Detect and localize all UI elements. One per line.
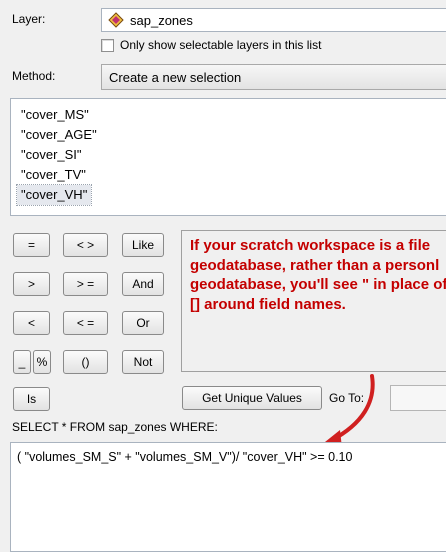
field-item[interactable]: "cover_TV" bbox=[17, 165, 90, 185]
layer-value: sap_zones bbox=[130, 12, 193, 28]
annotation-arrow-icon bbox=[320, 374, 375, 448]
only-selectable-checkbox[interactable] bbox=[101, 38, 114, 52]
underscore-button[interactable]: _ bbox=[13, 350, 31, 374]
polygon-layer-icon bbox=[108, 12, 124, 28]
field-item[interactable]: "cover_AGE" bbox=[17, 125, 101, 145]
layer-select[interactable]: sap_zones bbox=[101, 8, 446, 32]
less-than-button[interactable]: < bbox=[13, 311, 50, 335]
field-item[interactable]: "cover_SI" bbox=[17, 145, 86, 165]
not-button[interactable]: Not bbox=[122, 350, 164, 374]
field-item[interactable]: "cover_MS" bbox=[17, 105, 93, 125]
field-item-selected[interactable]: "cover_VH" bbox=[15, 184, 93, 206]
equals-button[interactable]: = bbox=[13, 233, 50, 257]
method-label: Method: bbox=[12, 69, 56, 83]
field-list[interactable]: "cover_MS" "cover_AGE" "cover_SI" "cover… bbox=[10, 98, 446, 216]
less-equal-button[interactable]: < = bbox=[63, 311, 108, 335]
sql-expression-input[interactable]: ( "volumes_SM_S" + "volumes_SM_V")/ "cov… bbox=[10, 442, 446, 552]
or-button[interactable]: Or bbox=[122, 311, 164, 335]
layer-label: Layer: bbox=[12, 12, 46, 26]
only-selectable-label: Only show selectable layers in this list bbox=[120, 38, 322, 52]
like-button[interactable]: Like bbox=[122, 233, 164, 257]
sql-where-label: SELECT * FROM sap_zones WHERE: bbox=[12, 420, 218, 434]
sql-expression-text: ( "volumes_SM_S" + "volumes_SM_V")/ "cov… bbox=[17, 450, 353, 464]
not-equal-button[interactable]: < > bbox=[63, 233, 108, 257]
method-value: Create a new selection bbox=[109, 69, 242, 85]
greater-equal-button[interactable]: > = bbox=[63, 272, 108, 296]
parentheses-button[interactable]: () bbox=[63, 350, 108, 374]
percent-button[interactable]: % bbox=[33, 350, 51, 374]
only-selectable-row[interactable]: Only show selectable layers in this list bbox=[101, 38, 321, 52]
annotation-note: If your scratch workspace is a file geod… bbox=[190, 237, 446, 313]
method-select[interactable]: Create a new selection bbox=[101, 64, 446, 90]
goto-input[interactable] bbox=[390, 385, 446, 411]
greater-than-button[interactable]: > bbox=[13, 272, 50, 296]
and-button[interactable]: And bbox=[122, 272, 164, 296]
is-button[interactable]: Is bbox=[13, 387, 50, 411]
